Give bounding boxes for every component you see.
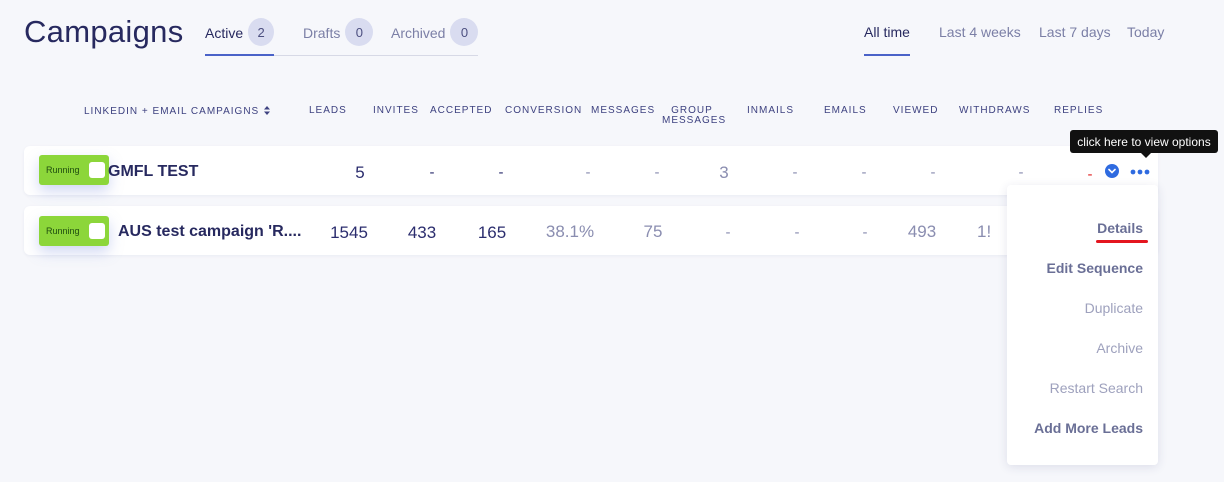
- col-header-conversion: CONVERSION: [505, 105, 583, 116]
- status-tabs: Active 2 Drafts 0 Archived 0: [205, 16, 479, 56]
- cell-messages: 75: [643, 222, 663, 241]
- cell-conversion: -: [585, 164, 591, 181]
- cell-invites: 433: [407, 223, 437, 242]
- col-header-messages: MESSAGES: [591, 105, 656, 116]
- tab-drafts[interactable]: Drafts 0: [303, 16, 374, 55]
- tab-archived-label: Archived: [391, 25, 446, 41]
- cell-accepted: 165: [477, 223, 507, 242]
- details-underline: [1096, 240, 1148, 243]
- filter-today[interactable]: Today: [1127, 24, 1164, 56]
- cell-invites: -: [429, 164, 435, 181]
- col-header-viewed: VIEWED: [893, 105, 939, 116]
- table-row[interactable]: Running GMFL TEST 5 - - - - 3 - - - - -: [24, 146, 1158, 195]
- table-row[interactable]: Running AUS test campaign 'R.... 1545 43…: [24, 206, 1158, 255]
- options-menu: Details Edit Sequence Duplicate Archive …: [1007, 185, 1158, 465]
- filter-all-time[interactable]: All time: [864, 24, 910, 56]
- tab-drafts-count: 0: [345, 18, 374, 46]
- cell-inmails: -: [792, 164, 798, 181]
- toggle-knob: [89, 223, 105, 239]
- col-header-emails: EMAILS: [824, 105, 867, 116]
- cell-withdraws: -: [1018, 164, 1024, 181]
- tab-archived-count: 0: [450, 18, 479, 46]
- campaign-name[interactable]: GMFL TEST: [108, 163, 198, 181]
- tab-active[interactable]: Active 2: [205, 16, 274, 56]
- cell-viewed: -: [930, 164, 936, 181]
- sort-arrows-icon[interactable]: [264, 106, 270, 115]
- toggle-knob: [89, 162, 105, 178]
- menu-item-restart-search[interactable]: Restart Search: [1050, 380, 1143, 396]
- filter-last-7-days[interactable]: Last 7 days: [1039, 24, 1111, 56]
- cell-withdraws: 1!: [977, 222, 992, 241]
- tab-drafts-label: Drafts: [303, 25, 341, 41]
- menu-item-duplicate[interactable]: Duplicate: [1085, 300, 1143, 316]
- page-title: Campaigns: [24, 14, 184, 49]
- cell-group-messages: 3: [719, 163, 729, 182]
- cell-messages: -: [654, 164, 660, 181]
- filter-last-4-weeks[interactable]: Last 4 weeks: [939, 24, 1021, 56]
- cell-leads: 5: [355, 163, 365, 182]
- col-header-leads: LEADS: [309, 105, 347, 116]
- cell-accepted: -: [498, 164, 504, 181]
- col-header-replies: REPLIES: [1054, 105, 1104, 116]
- cell-leads: 1545: [330, 223, 368, 242]
- tab-archived[interactable]: Archived 0: [391, 16, 479, 55]
- col-header-withdraws: WITHDRAWS: [959, 105, 1031, 116]
- col-header-inmails: INMAILS: [747, 105, 795, 116]
- menu-item-archive[interactable]: Archive: [1096, 340, 1143, 356]
- col-header-accepted: ACCEPTED: [430, 105, 493, 116]
- running-toggle[interactable]: Running: [39, 216, 109, 246]
- status-label: Running: [46, 226, 80, 236]
- options-tooltip: click here to view options: [1070, 130, 1218, 158]
- menu-item-edit-sequence[interactable]: Edit Sequence: [1047, 260, 1143, 276]
- running-toggle[interactable]: Running: [39, 155, 109, 185]
- menu-item-add-more-leads[interactable]: Add More Leads: [1034, 420, 1143, 436]
- cell-group-messages: -: [725, 224, 731, 241]
- col-header-group-messages: GROUP MESSAGES: [662, 106, 727, 126]
- status-label: Running: [46, 165, 80, 175]
- col-header-campaigns-label: LINKEDIN + EMAIL CAMPAIGNS: [84, 106, 260, 117]
- tab-active-count: 2: [248, 18, 274, 46]
- more-options-icon[interactable]: [1129, 165, 1151, 177]
- cell-inmails: -: [794, 224, 800, 241]
- chevron-down-icon[interactable]: [1105, 164, 1119, 178]
- campaign-name[interactable]: AUS test campaign 'R....: [118, 223, 301, 241]
- cell-emails: -: [861, 164, 867, 181]
- cell-viewed: 493: [907, 222, 937, 241]
- col-header-campaigns[interactable]: LINKEDIN + EMAIL CAMPAIGNS: [84, 106, 270, 117]
- col-header-invites: INVITES: [373, 105, 419, 116]
- cell-conversion: 38.1%: [545, 222, 595, 241]
- col-header-group-messages-line2: MESSAGES: [662, 115, 727, 126]
- tab-active-label: Active: [205, 25, 244, 41]
- menu-item-details[interactable]: Details: [1097, 220, 1143, 236]
